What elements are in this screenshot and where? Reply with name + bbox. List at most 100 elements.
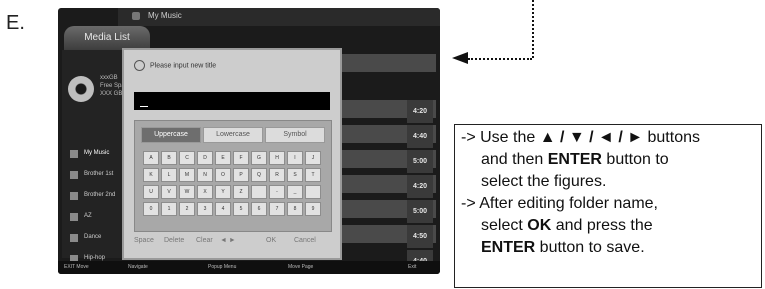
- instruction-text: and then: [481, 151, 548, 168]
- sidebar-item-label: My Music: [84, 150, 110, 156]
- help-move: EXIT Move: [64, 264, 89, 270]
- help-navigate: Navigate: [128, 264, 148, 270]
- delete-button[interactable]: Delete: [164, 234, 184, 248]
- tab-lowercase[interactable]: Lowercase: [203, 127, 263, 143]
- help-exit: Exit: [408, 264, 417, 270]
- keyboard-key[interactable]: 1: [161, 202, 177, 216]
- cursor-move-button[interactable]: ◄ ►: [220, 234, 236, 248]
- top-bar: My Music: [118, 8, 440, 26]
- keyboard-key[interactable]: N: [197, 168, 213, 182]
- info-icon: [134, 60, 145, 71]
- keyboard-key[interactable]: K: [143, 168, 159, 182]
- media-list-tab[interactable]: Media List: [64, 26, 150, 50]
- keyboard-key[interactable]: U: [143, 185, 159, 199]
- instruction-text: -> After editing folder name,: [461, 195, 658, 212]
- keyboard-key[interactable]: E: [215, 151, 231, 165]
- instruction-text: -> Use the: [461, 129, 540, 146]
- tab-uppercase[interactable]: Uppercase: [141, 127, 201, 143]
- folder-name-input[interactable]: [134, 92, 330, 110]
- dialog-title: Please input new title: [150, 62, 217, 70]
- keyboard-key[interactable]: Y: [215, 185, 231, 199]
- instruction-text: buttons: [643, 129, 701, 146]
- keyboard-key[interactable]: [251, 185, 267, 199]
- help-move-page: Move Page: [288, 264, 314, 270]
- keyboard-key[interactable]: W: [179, 185, 195, 199]
- folder-icon: [70, 213, 78, 221]
- sidebar-item-label: AZ: [84, 213, 92, 219]
- folder-icon: [70, 192, 78, 200]
- keyboard-key[interactable]: M: [179, 168, 195, 182]
- disk-usage-icon: [68, 76, 94, 102]
- keyboard-key[interactable]: X: [197, 185, 213, 199]
- keyboard-key[interactable]: H: [269, 151, 285, 165]
- keyboard-key[interactable]: 8: [287, 202, 303, 216]
- keyboard-key[interactable]: G: [251, 151, 267, 165]
- keyboard-key[interactable]: -: [269, 185, 285, 199]
- keyboard-key[interactable]: J: [305, 151, 321, 165]
- step-letter: E.: [6, 12, 25, 34]
- clear-button[interactable]: Clear: [196, 234, 213, 248]
- keyboard-key[interactable]: 5: [233, 202, 249, 216]
- ok-button[interactable]: OK: [266, 234, 276, 248]
- duration-value: 4:20: [407, 100, 433, 123]
- cancel-button[interactable]: Cancel: [294, 234, 316, 248]
- instruction-line: select the figures.: [481, 171, 606, 193]
- duration-value: 4:20: [407, 175, 433, 198]
- keyboard-key[interactable]: T: [305, 168, 321, 182]
- keyboard-key[interactable]: 3: [197, 202, 213, 216]
- ok-label: OK: [527, 217, 552, 234]
- arrow-left-icon: [452, 52, 468, 64]
- music-icon: [132, 12, 140, 20]
- duration-value: 4:40: [407, 125, 433, 148]
- keyboard-key[interactable]: A: [143, 151, 159, 165]
- keyboard-key[interactable]: 6: [251, 202, 267, 216]
- keyboard-key[interactable]: 4: [215, 202, 231, 216]
- keyboard-key[interactable]: I: [287, 151, 303, 165]
- space-button[interactable]: Space: [134, 234, 154, 248]
- rename-dialog: Please input new title Uppercase Lowerca…: [122, 48, 342, 260]
- keyboard-key[interactable]: Z: [233, 185, 249, 199]
- help-popup-menu: Popup Menu: [208, 264, 237, 270]
- folder-icon: [70, 171, 78, 179]
- keyboard-key[interactable]: L: [161, 168, 177, 182]
- duration-value: 5:00: [407, 150, 433, 173]
- keyboard-key[interactable]: Q: [251, 168, 267, 182]
- folder-icon: [70, 234, 78, 242]
- instruction-line: select OK and press the: [481, 215, 653, 237]
- keyboard-key[interactable]: V: [161, 185, 177, 199]
- keyboard-key[interactable]: [305, 185, 321, 199]
- instruction-text: select: [481, 217, 528, 234]
- keyboard-key[interactable]: 7: [269, 202, 285, 216]
- bottom-help-bar: EXIT Move Navigate Popup Menu Move Page …: [58, 261, 440, 274]
- sidebar-item-label: Dance: [84, 234, 102, 240]
- keyboard-key[interactable]: C: [179, 151, 195, 165]
- on-screen-keyboard: Uppercase Lowercase Symbol ABCDEFGHIJ KLM…: [134, 120, 332, 232]
- keyboard-key[interactable]: 0: [143, 202, 159, 216]
- folder-icon: [70, 150, 78, 158]
- sidebar-item-label: Brother 1st: [84, 171, 114, 177]
- tab-symbol[interactable]: Symbol: [265, 127, 325, 143]
- instruction-text: select the figures.: [481, 173, 607, 190]
- duration-value: 4:50: [407, 225, 433, 248]
- keyboard-key[interactable]: B: [161, 151, 177, 165]
- dialog-header: Please input new title: [134, 60, 216, 71]
- instruction-text: button to: [601, 151, 669, 168]
- arrow-buttons-text: ▲ / ▼ / ◄ / ►: [539, 129, 644, 146]
- enter-label: ENTER: [547, 151, 602, 168]
- instruction-line: -> Use the ▲ / ▼ / ◄ / ► buttons: [461, 127, 700, 149]
- keyboard-key[interactable]: _: [287, 185, 303, 199]
- keyboard-key[interactable]: R: [269, 168, 285, 182]
- keyboard-key[interactable]: P: [233, 168, 249, 182]
- keyboard-key[interactable]: D: [197, 151, 213, 165]
- keyboard-key[interactable]: S: [287, 168, 303, 182]
- keyboard-key[interactable]: 2: [179, 202, 195, 216]
- keyboard-key[interactable]: 9: [305, 202, 321, 216]
- screen-title: My Music: [148, 11, 182, 20]
- duration-value: 5:00: [407, 200, 433, 223]
- callout-dotted-line: [468, 58, 532, 60]
- instructions-box: -> Use the ▲ / ▼ / ◄ / ► buttons and the…: [454, 124, 762, 288]
- keyboard-key[interactable]: O: [215, 168, 231, 182]
- instruction-line: ENTER button to save.: [481, 237, 645, 259]
- instruction-line: and then ENTER button to: [481, 149, 669, 171]
- keyboard-key[interactable]: F: [233, 151, 249, 165]
